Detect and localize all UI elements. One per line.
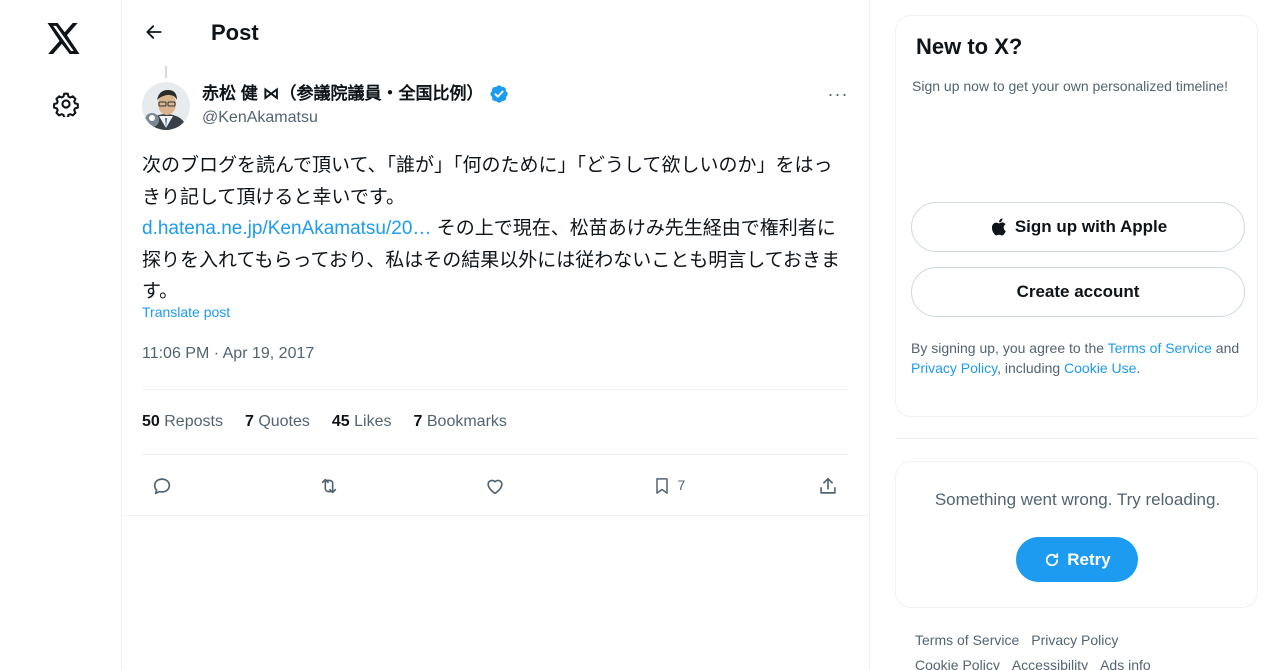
error-message: Something went wrong. Try reloading. <box>934 490 1221 509</box>
right-column: New to X? Sign up now to get your own pe… <box>895 0 1258 670</box>
left-nav <box>0 0 122 670</box>
likes-label: Likes <box>354 413 392 430</box>
error-card: Something went wrong. Try reloading. Ret… <box>895 461 1258 608</box>
apple-icon <box>991 218 1006 236</box>
bookmarks-count: 7 <box>413 413 423 430</box>
terms-of-service-link[interactable]: Terms of Service <box>1108 340 1212 356</box>
likes-stat[interactable]: 45 Likes <box>332 413 392 431</box>
footer-link-accessibility[interactable]: Accessibility <box>1012 657 1088 670</box>
likes-count: 45 <box>331 413 350 430</box>
footer-link-privacy[interactable]: Privacy Policy <box>1031 632 1118 648</box>
gear-icon[interactable] <box>46 84 86 124</box>
footer-links: Terms of Service Privacy Policy Cookie Po… <box>915 628 1255 670</box>
repost-icon[interactable] <box>309 466 349 506</box>
quotes-stat[interactable]: 7 Quotes <box>245 413 310 431</box>
post-text-part1: 次のブログを読んで頂いて、「誰が」「何のために」「どうして欲しいのか」をはっきり… <box>142 155 833 208</box>
author-name[interactable]: 赤松 健 ⋈（参議院議員・全国比例） <box>202 84 483 104</box>
main-column: Post 赤松 健 ⋈（参議院議員・全国比例） @KenAkamatsu ···… <box>122 0 870 670</box>
footer-link-terms[interactable]: Terms of Service <box>915 632 1019 648</box>
translate-post-link[interactable]: Translate post <box>142 304 230 320</box>
page-header: Post <box>122 0 870 66</box>
apple-button-label: Sign up with Apple <box>1014 217 1168 236</box>
bookmark-count: 7 <box>677 477 686 493</box>
verified-badge-icon <box>490 85 509 103</box>
privacy-policy-link[interactable]: Privacy Policy <box>911 360 997 376</box>
retry-button[interactable]: Retry <box>1016 537 1138 582</box>
signup-subtitle: Sign up now to get your own personalized… <box>912 78 1228 94</box>
signup-card: New to X? Sign up now to get your own pe… <box>895 15 1258 417</box>
footer-link-cookie[interactable]: Cookie Policy <box>915 657 1000 670</box>
post-stats: 50 Reposts 7 Quotes 45 Likes 7 Bookmarks <box>142 389 848 455</box>
bookmarks-label: Bookmarks <box>426 413 507 430</box>
cookie-use-link[interactable]: Cookie Use <box>1064 360 1136 376</box>
like-icon[interactable] <box>475 466 515 506</box>
more-options-icon[interactable]: ··· <box>822 82 854 106</box>
signup-legal-text: By signing up, you agree to the Terms of… <box>911 338 1245 378</box>
reposts-label: Reposts <box>164 413 223 430</box>
arrow-left-icon[interactable] <box>136 14 172 50</box>
legal-and: and <box>1211 340 1240 356</box>
bookmarks-stat[interactable]: 7 Bookmarks <box>414 413 507 431</box>
reposts-stat[interactable]: 50 Reposts <box>142 413 223 431</box>
refresh-icon <box>1046 552 1059 566</box>
reposts-count: 50 <box>142 413 160 430</box>
avatar[interactable] <box>142 82 190 130</box>
thread-line <box>165 66 167 78</box>
post-text: 次のブログを読んで頂いて、「誰が」「何のために」「どうして欲しいのか」をはっきり… <box>142 150 848 308</box>
quotes-label: Quotes <box>258 413 310 430</box>
quotes-count: 7 <box>244 413 254 430</box>
legal-end: . <box>1136 360 1141 376</box>
bookmark-icon[interactable]: 7 <box>642 466 685 506</box>
post: 赤松 健 ⋈（参議院議員・全国比例） @KenAkamatsu ··· 次のブロ… <box>122 66 870 516</box>
author-handle[interactable]: @KenAkamatsu <box>202 108 318 128</box>
legal-including: , including <box>997 360 1065 376</box>
sign-up-with-apple-button[interactable]: Sign up with Apple <box>911 202 1245 252</box>
create-account-label: Create account <box>1016 282 1140 301</box>
legal-prefix: By signing up, you agree to the <box>911 340 1108 356</box>
author-name-row: 赤松 健 ⋈（参議院議員・全国比例） <box>202 84 509 104</box>
post-timestamp[interactable]: 11:06 PM · Apr 19, 2017 <box>142 345 314 363</box>
post-link[interactable]: d.hatena.ne.jp/KenAkamatsu/20… <box>142 218 431 239</box>
footer-link-ads-info[interactable]: Ads info <box>1100 657 1151 670</box>
signup-title: New to X? <box>916 34 1023 59</box>
create-account-button[interactable]: Create account <box>911 267 1245 317</box>
x-logo-icon[interactable] <box>44 18 84 58</box>
post-actions: 7 <box>142 456 848 516</box>
divider <box>895 438 1258 439</box>
retry-label: Retry <box>1067 549 1111 569</box>
page-title: Post <box>211 20 259 45</box>
share-icon[interactable] <box>808 466 848 506</box>
reply-icon[interactable] <box>142 466 182 506</box>
